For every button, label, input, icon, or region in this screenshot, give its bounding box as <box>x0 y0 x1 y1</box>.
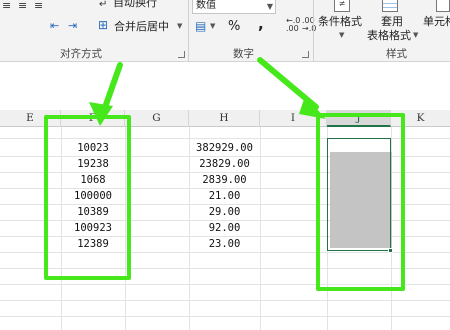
styles-group-label: 样式 <box>386 48 407 60</box>
cell-styles-icon[interactable] <box>436 0 450 12</box>
cell-h-value[interactable]: 29.00 <box>189 205 260 220</box>
align-left-icon[interactable]: ≡ <box>2 0 11 11</box>
conditional-formatting-button[interactable]: 条件格式 <box>318 16 362 27</box>
chevron-down-icon: ▼ <box>266 2 273 11</box>
number-format-value: 数值 <box>196 0 216 11</box>
format-as-table-label-2[interactable]: 表格格式 <box>367 30 411 41</box>
merge-dropdown-icon[interactable]: ▼ <box>177 23 182 30</box>
accounting-format-icon[interactable]: ▤ <box>195 20 206 32</box>
conditional-dropdown-icon[interactable]: ▼ <box>339 32 344 39</box>
group-separator <box>188 0 189 62</box>
column-header-h[interactable]: H <box>189 110 260 127</box>
conditional-formatting-icon[interactable]: ≠ <box>334 0 350 12</box>
arrow-to-column-f <box>100 62 123 116</box>
annotation-box-j <box>316 113 405 291</box>
cell-h-value[interactable]: 21.00 <box>189 189 260 204</box>
arrow-to-column-j <box>257 57 319 110</box>
accounting-dropdown-icon[interactable]: ▼ <box>210 23 215 30</box>
grid-line <box>0 300 450 301</box>
align-center-icon[interactable]: ≡ <box>18 0 27 11</box>
alignment-group-label: 对齐方式 <box>60 48 102 60</box>
column-header-g[interactable]: G <box>125 110 189 127</box>
grid-line <box>0 316 450 317</box>
wrap-text-icon[interactable]: ↵ <box>99 0 107 10</box>
cell-h-value[interactable]: 23.00 <box>189 237 260 252</box>
format-table-dropdown-icon[interactable]: ▼ <box>413 32 418 39</box>
decrease-indent-icon[interactable]: ⇤ <box>50 20 59 31</box>
comma-style-button[interactable]: , <box>258 17 264 32</box>
number-launcher-icon[interactable] <box>302 51 309 58</box>
merge-center-icon[interactable]: ⊞ <box>98 19 108 31</box>
wrap-text-button[interactable]: 自动换行 <box>113 0 157 8</box>
cell-h-value[interactable]: 92.00 <box>189 221 260 236</box>
decrease-decimal-icon[interactable]: .00 →.0 <box>302 17 316 33</box>
format-as-table-label-1[interactable]: 套用 <box>381 16 403 27</box>
merge-center-button[interactable]: 合并后居中 <box>114 21 169 32</box>
format-as-table-icon[interactable] <box>382 0 398 12</box>
cell-styles-button[interactable]: 单元格 <box>423 16 450 27</box>
increase-decimal-icon[interactable]: ←.0.00 <box>286 17 300 33</box>
align-right-icon[interactable]: ≡ <box>34 0 43 11</box>
percent-style-button[interactable]: % <box>228 20 240 33</box>
annotation-box-f <box>44 115 131 280</box>
cell-h-value[interactable]: 23829.00 <box>189 157 260 172</box>
alignment-launcher-icon[interactable] <box>178 51 185 58</box>
number-format-dropdown[interactable]: 数值 ▼ <box>192 0 276 14</box>
cell-h-value[interactable]: 382929.00 <box>189 141 260 156</box>
number-group-label: 数字 <box>233 48 254 60</box>
increase-indent-icon[interactable]: ⇥ <box>68 20 77 31</box>
ribbon: ≡ ≡ ≡ ↵ 自动换行 ⇤ ⇥ ⊞ 合并后居中 ▼ 对齐方式 数值 ▼ ▤ ▼… <box>0 0 450 62</box>
cell-h-value[interactable]: 2839.00 <box>189 173 260 188</box>
group-separator <box>313 0 314 62</box>
